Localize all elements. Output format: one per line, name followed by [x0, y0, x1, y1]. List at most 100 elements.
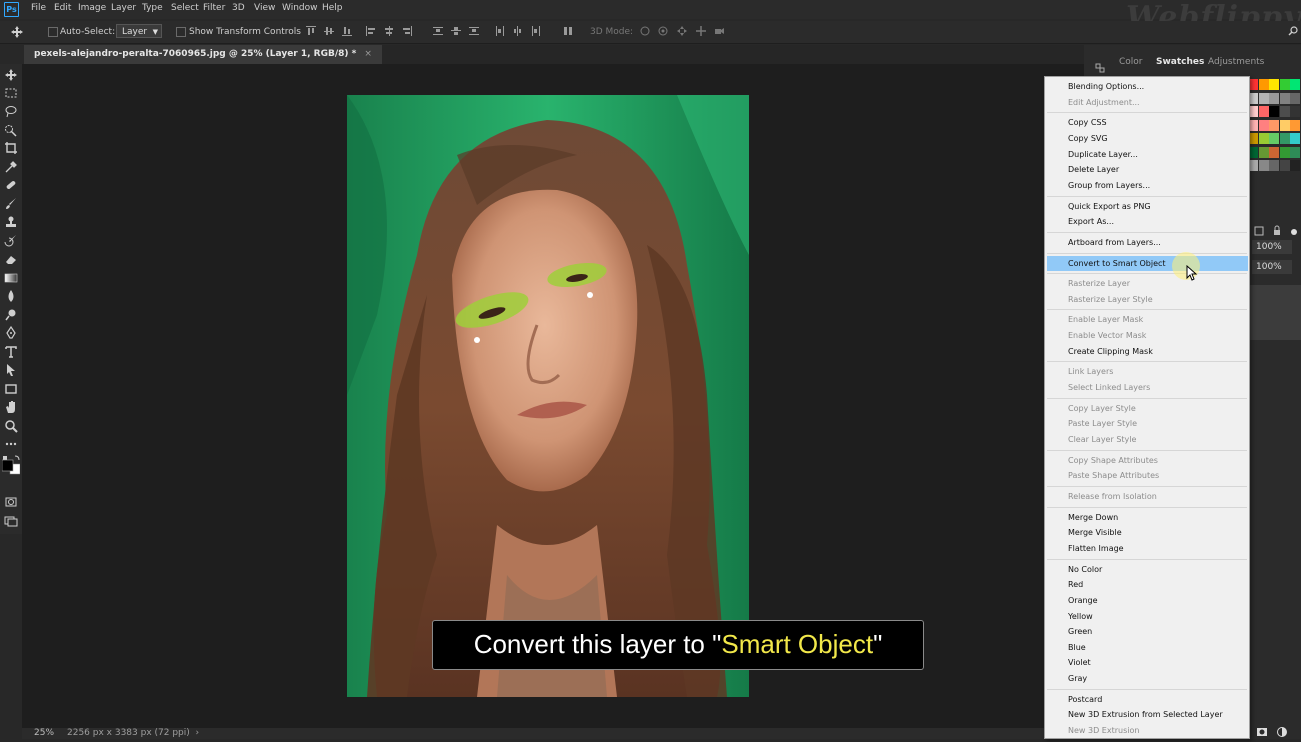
menu-item-blending-options[interactable]: Blending Options...	[1045, 79, 1249, 94]
menu-edit[interactable]: Edit	[54, 3, 71, 13]
menu-item-delete-layer[interactable]: Delete Layer	[1045, 162, 1249, 177]
swatch[interactable]	[1258, 160, 1269, 171]
type-tool-icon[interactable]	[4, 345, 18, 359]
lock-transparency-icon[interactable]	[1253, 222, 1265, 236]
menu-item-create-clipping-mask[interactable]: Create Clipping Mask	[1045, 344, 1249, 359]
swatch[interactable]	[1269, 92, 1279, 104]
menu-type[interactable]: Type	[142, 3, 163, 13]
swatch[interactable]	[1269, 133, 1279, 144]
swatch[interactable]	[1258, 106, 1269, 117]
menu-item-postcard[interactable]: Postcard	[1045, 692, 1249, 707]
align-left-icon[interactable]	[366, 26, 376, 36]
path-select-tool-icon[interactable]	[4, 363, 18, 377]
menu-item-duplicate-layer[interactable]: Duplicate Layer...	[1045, 147, 1249, 162]
swatch[interactable]	[1290, 119, 1300, 131]
move-tool-icon[interactable]	[4, 68, 18, 82]
swatch[interactable]	[1279, 146, 1290, 158]
swatch[interactable]	[1279, 106, 1290, 117]
menu-item-yellow[interactable]: Yellow	[1045, 609, 1249, 624]
menu-item-red[interactable]: Red	[1045, 577, 1249, 592]
menu-view[interactable]: View	[254, 3, 275, 13]
menu-item-group-from-layers[interactable]: Group from Layers...	[1045, 178, 1249, 193]
swatch[interactable]	[1290, 160, 1300, 171]
menu-3d[interactable]: 3D	[232, 3, 245, 13]
blur-tool-icon[interactable]	[4, 289, 18, 303]
zoom-level[interactable]: 25%	[34, 728, 54, 738]
tab-color[interactable]: Color	[1119, 55, 1143, 69]
3d-scale-icon[interactable]	[714, 26, 724, 36]
menu-item-gray[interactable]: Gray	[1045, 671, 1249, 686]
quick-select-tool-icon[interactable]	[4, 123, 18, 137]
move-tool-icon[interactable]	[10, 25, 24, 39]
gradient-tool-icon[interactable]	[4, 271, 18, 285]
swatch[interactable]	[1279, 119, 1290, 131]
swatch[interactable]	[1269, 119, 1279, 131]
crop-tool-icon[interactable]	[4, 141, 18, 155]
layer-mask-icon[interactable]	[1256, 723, 1268, 736]
swatch[interactable]	[1279, 133, 1290, 144]
3d-pan-icon[interactable]	[677, 26, 687, 36]
adjustment-layer-icon[interactable]	[1276, 723, 1288, 737]
swatches-grid[interactable]	[1248, 79, 1301, 175]
distribute-vcenter-icon[interactable]	[451, 26, 461, 36]
swatch[interactable]	[1258, 79, 1269, 90]
menu-item-violet[interactable]: Violet	[1045, 655, 1249, 670]
eraser-tool-icon[interactable]	[4, 252, 18, 266]
swatch[interactable]	[1269, 79, 1279, 90]
swatch[interactable]	[1290, 133, 1300, 144]
menu-layer[interactable]: Layer	[111, 3, 136, 13]
auto-select-dropdown[interactable]: Layer ▼	[116, 24, 162, 38]
brush-tool-icon[interactable]	[4, 197, 18, 211]
menu-image[interactable]: Image	[78, 3, 106, 13]
search-icon[interactable]	[1288, 26, 1298, 36]
swatch[interactable]	[1279, 160, 1290, 171]
lock-icon[interactable]	[1271, 222, 1283, 235]
more-tools-icon[interactable]	[4, 437, 18, 451]
menu-item-no-color[interactable]: No Color	[1045, 562, 1249, 577]
zoom-tool-icon[interactable]	[4, 419, 18, 433]
tab-adjustments[interactable]: Adjustments	[1208, 55, 1264, 69]
swatch[interactable]	[1290, 106, 1300, 117]
auto-select-checkbox[interactable]	[48, 27, 58, 37]
hand-tool-icon[interactable]	[4, 400, 18, 414]
swatch[interactable]	[1269, 106, 1279, 117]
menu-item-blue[interactable]: Blue	[1045, 640, 1249, 655]
distribute-top-icon[interactable]	[433, 26, 443, 36]
menu-item-orange[interactable]: Orange	[1045, 593, 1249, 608]
panel-collapse-icon[interactable]	[1094, 59, 1106, 73]
marquee-tool-icon[interactable]	[4, 86, 18, 100]
menu-item-artboard-from-layers[interactable]: Artboard from Layers...	[1045, 235, 1249, 250]
tab-swatches[interactable]: Swatches	[1156, 55, 1204, 69]
swatch[interactable]	[1269, 160, 1279, 171]
menu-select[interactable]: Select	[171, 3, 199, 13]
swatch[interactable]	[1290, 92, 1300, 104]
auto-align-icon[interactable]	[563, 26, 573, 36]
menu-help[interactable]: Help	[322, 3, 343, 13]
healing-brush-tool-icon[interactable]	[4, 178, 18, 192]
3d-rotate-icon[interactable]	[640, 26, 650, 36]
show-transform-checkbox[interactable]	[176, 27, 186, 37]
swatch[interactable]	[1258, 146, 1269, 158]
opacity-field[interactable]: 100%	[1252, 240, 1292, 254]
pen-tool-icon[interactable]	[4, 326, 18, 340]
3d-roll-icon[interactable]	[658, 26, 668, 36]
swatch[interactable]	[1258, 92, 1269, 104]
document-tab[interactable]: pexels-alejandro-peralta-7060965.jpg @ 2…	[24, 45, 382, 64]
distribute-bottom-icon[interactable]	[469, 26, 479, 36]
align-vcenter-icon[interactable]	[324, 26, 334, 36]
screen-mode-icon[interactable]	[4, 514, 18, 528]
fill-field[interactable]: 100%	[1252, 260, 1292, 274]
document-photo[interactable]	[347, 95, 749, 697]
quick-mask-icon[interactable]	[4, 495, 18, 509]
layers-list-area[interactable]	[1250, 285, 1301, 340]
swatch[interactable]	[1258, 133, 1269, 144]
menu-item-flatten-image[interactable]: Flatten Image	[1045, 541, 1249, 556]
stamp-tool-icon[interactable]	[4, 215, 18, 229]
3d-slide-icon[interactable]	[696, 26, 706, 36]
menu-item-quick-export-as-png[interactable]: Quick Export as PNG	[1045, 199, 1249, 214]
status-arrow-icon[interactable]: ›	[196, 728, 200, 738]
swatch[interactable]	[1269, 146, 1279, 158]
history-brush-tool-icon[interactable]	[4, 234, 18, 248]
dodge-tool-icon[interactable]	[4, 308, 18, 322]
menu-window[interactable]: Window	[282, 3, 318, 13]
